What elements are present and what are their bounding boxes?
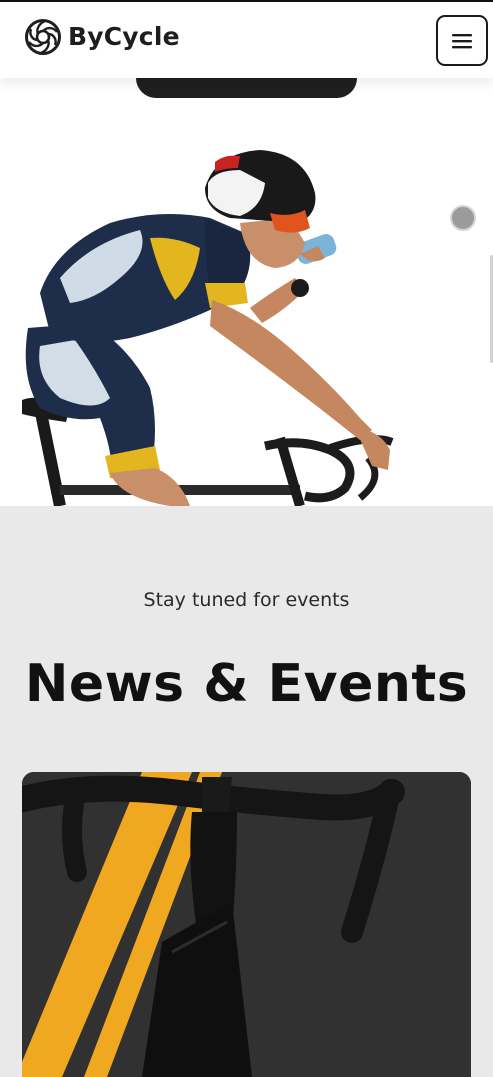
scroll-indicator-dot[interactable]: [450, 205, 476, 231]
brand-name[interactable]: ByCycle: [68, 22, 180, 51]
cycle-wheel-logo-icon[interactable]: [24, 18, 62, 56]
event-card-image[interactable]: [22, 772, 471, 1077]
site-header: ByCycle: [0, 2, 493, 78]
section-title: News & Events: [24, 654, 469, 714]
page: ByCycle Stay tuned for events News & Eve…: [0, 0, 493, 1077]
cyclist-drinking-from-bottle-photo: [22, 150, 394, 506]
hero-image: [0, 78, 493, 506]
hamburger-menu-icon: [452, 33, 472, 48]
menu-button[interactable]: [436, 15, 488, 66]
top-border: [0, 0, 493, 2]
bicycle-handlebar-on-road-photo: [22, 772, 471, 1077]
section-subtitle: Stay tuned for events: [143, 589, 350, 611]
news-events-section: Stay tuned for events News & Events: [0, 506, 493, 1077]
